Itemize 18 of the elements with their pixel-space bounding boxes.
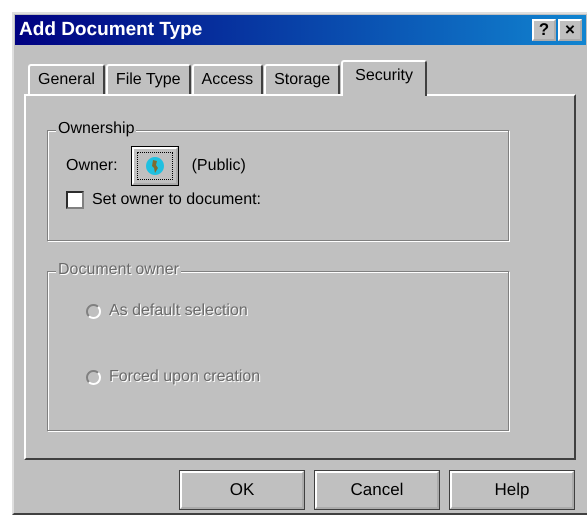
close-button[interactable]: ×: [558, 19, 582, 41]
dialog-button[interactable]: OK: [180, 471, 304, 509]
owner-label: Owner:: [66, 157, 118, 175]
checkbox-label[interactable]: Set owner to document:: [92, 191, 261, 209]
help-button[interactable]: ?: [532, 19, 556, 41]
checkbox[interactable]: [66, 191, 84, 209]
tab[interactable]: Security: [341, 60, 427, 96]
window-title: Add Document Type: [19, 19, 202, 41]
tab[interactable]: Storage: [264, 64, 340, 94]
dialog-button[interactable]: Help: [450, 471, 574, 509]
tab[interactable]: Access: [192, 64, 264, 94]
group-title: Ownership: [56, 120, 136, 138]
dialog-button[interactable]: Cancel: [315, 471, 439, 509]
tab[interactable]: File Type: [106, 64, 191, 94]
globe-icon: [144, 156, 165, 176]
owner-value: (Public): [192, 157, 246, 175]
owner-button[interactable]: [132, 147, 178, 185]
tab[interactable]: General: [28, 64, 105, 94]
